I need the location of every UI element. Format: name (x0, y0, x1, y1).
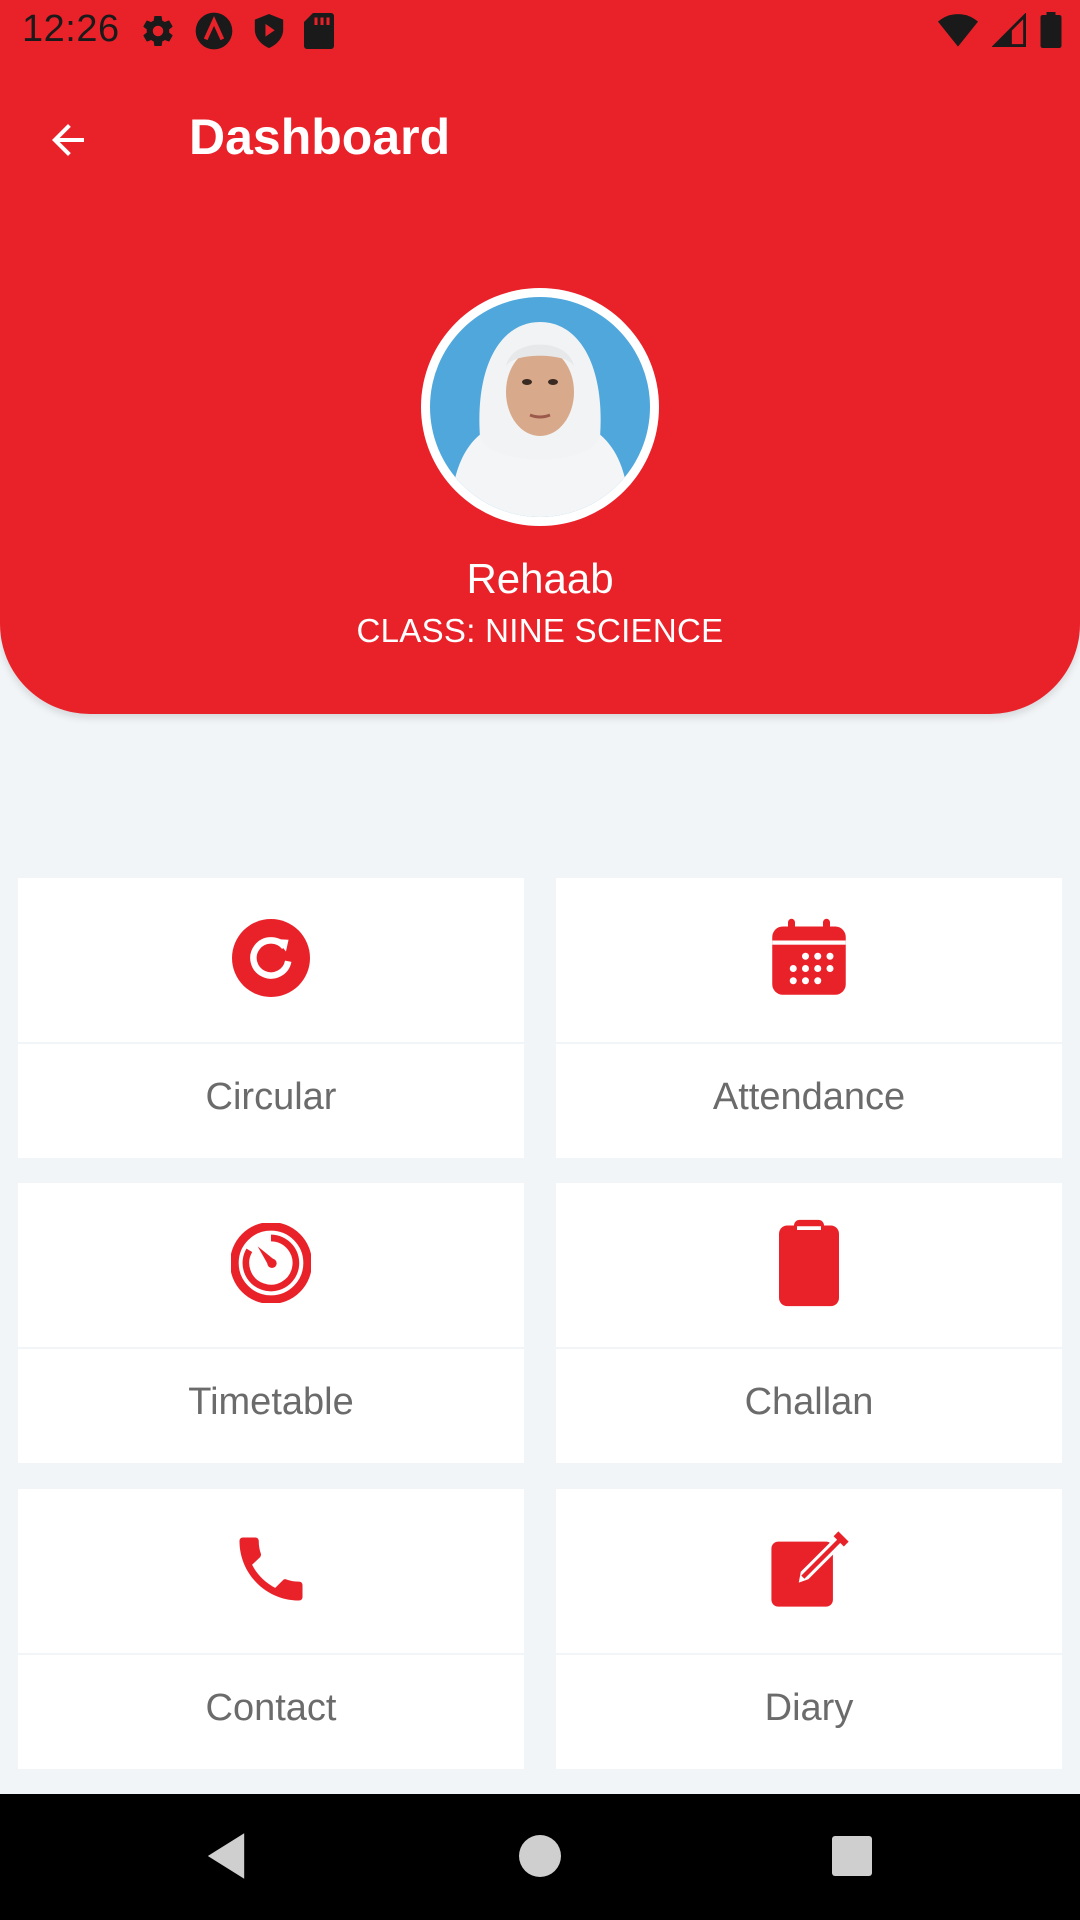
status-time: 12:26 (22, 8, 120, 50)
menu-label: Attendance (712, 1076, 906, 1118)
menu-card-challan[interactable]: Challan (556, 1183, 1062, 1463)
nav-back-button[interactable] (196, 1828, 256, 1888)
wifi-icon (938, 13, 978, 52)
menu-card-contact[interactable]: Contact (18, 1489, 524, 1769)
student-class: CLASS: NINE SCIENCE (356, 612, 724, 649)
arrow-left-icon (44, 116, 92, 169)
arc-app-icon (194, 11, 234, 56)
menu-card-attendance[interactable]: Attendance (556, 878, 1062, 1158)
back-button[interactable] (30, 104, 106, 180)
nav-home-button[interactable] (510, 1828, 570, 1888)
square-recents-icon (832, 1835, 872, 1881)
menu-card-diary[interactable]: Diary (556, 1489, 1062, 1769)
cellular-signal-icon (991, 12, 1026, 52)
nav-recents-button[interactable] (822, 1828, 882, 1888)
system-navigation-bar (0, 1794, 1080, 1920)
menu-card-timetable[interactable]: Timetable (18, 1183, 524, 1463)
profile-photo (430, 297, 650, 517)
battery-icon (1040, 12, 1062, 53)
status-bar: 12:26 (0, 0, 1080, 64)
page-title: Dashboard (189, 109, 451, 165)
sd-card-icon (304, 13, 334, 54)
timer-icon (230, 1221, 312, 1308)
menu-label: Challan (744, 1381, 874, 1423)
menu-label: Contact (205, 1687, 337, 1729)
profile-header: 12:26 Dashboard Rehaab CLASS: NINE SCIEN… (0, 0, 1080, 714)
triangle-back-icon (202, 1831, 250, 1886)
calendar-icon (767, 916, 851, 1005)
avatar[interactable] (421, 288, 659, 526)
phone-icon (229, 1527, 313, 1616)
gear-icon (140, 13, 176, 54)
clipboard-icon (775, 1218, 843, 1313)
student-name: Rehaab (466, 555, 614, 602)
menu-card-circular[interactable]: Circular (18, 878, 524, 1158)
toolbar: Dashboard (0, 64, 1080, 210)
refresh-circle-icon (232, 918, 310, 1002)
menu-label: Diary (764, 1687, 854, 1729)
menu-label: Circular (205, 1076, 337, 1118)
menu-label: Timetable (188, 1381, 354, 1423)
circle-home-icon (519, 1834, 561, 1882)
edit-icon (768, 1528, 850, 1615)
shield-play-icon (252, 12, 286, 55)
